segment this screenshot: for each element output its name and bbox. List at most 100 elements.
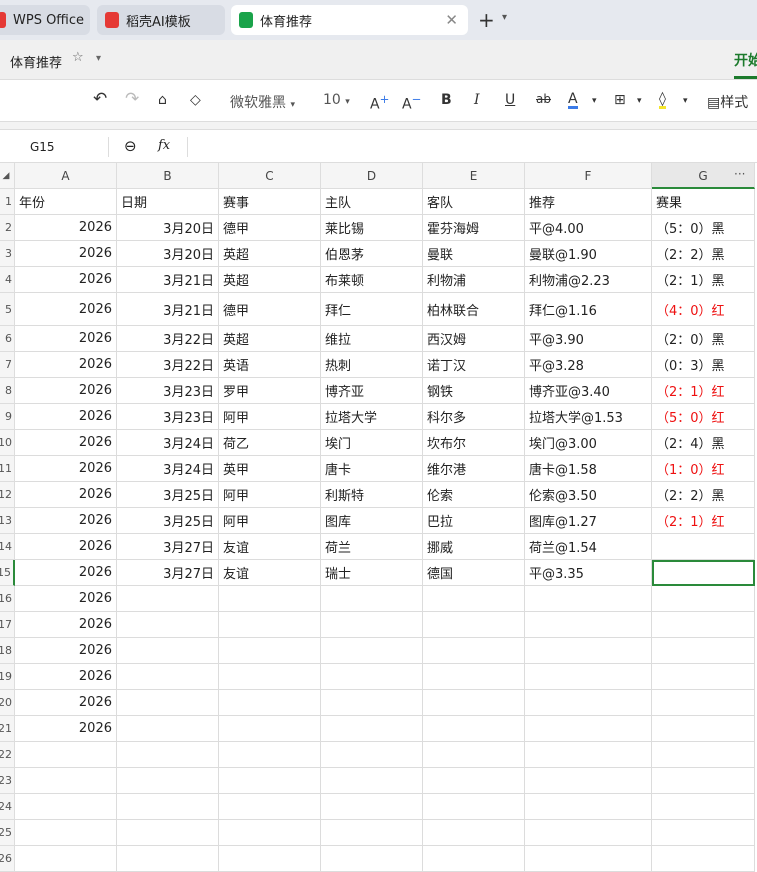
table-cell[interactable]: 2026 [15, 293, 117, 326]
table-cell[interactable]: 博齐亚 [321, 378, 423, 404]
table-cell[interactable]: 钢铁 [423, 378, 525, 404]
table-cell[interactable] [525, 846, 652, 872]
table-cell[interactable]: 伦索 [423, 482, 525, 508]
header-cell[interactable]: 客队 [423, 189, 525, 215]
table-cell[interactable] [423, 638, 525, 664]
table-cell[interactable] [652, 768, 755, 794]
redo-icon[interactable]: ↷ [125, 89, 139, 109]
table-cell[interactable]: （1：0）红 [652, 456, 755, 482]
table-cell[interactable] [423, 612, 525, 638]
row-header[interactable]: 21 [0, 716, 15, 742]
row-header[interactable]: 25 [0, 820, 15, 846]
table-cell[interactable] [423, 768, 525, 794]
table-cell[interactable] [525, 820, 652, 846]
table-cell[interactable] [321, 664, 423, 690]
table-cell[interactable]: 3月22日 [117, 352, 219, 378]
table-cell[interactable]: 拉塔大学 [321, 404, 423, 430]
row-header[interactable]: 10 [0, 430, 15, 456]
table-cell[interactable] [652, 534, 755, 560]
column-header-b[interactable]: B [117, 163, 219, 189]
tab-wps-office[interactable]: WPS Office [0, 5, 90, 35]
table-cell[interactable] [219, 586, 321, 612]
table-cell[interactable]: 2026 [15, 612, 117, 638]
table-cell[interactable] [652, 794, 755, 820]
eraser-icon[interactable]: ◇ [190, 92, 201, 108]
row-header[interactable]: 18 [0, 638, 15, 664]
table-cell[interactable]: （2：1）黑 [652, 267, 755, 293]
table-cell[interactable] [15, 820, 117, 846]
column-header-a[interactable]: A [15, 163, 117, 189]
table-cell[interactable]: 2026 [15, 456, 117, 482]
table-cell[interactable] [423, 586, 525, 612]
table-cell[interactable] [321, 742, 423, 768]
table-cell[interactable] [15, 846, 117, 872]
table-cell[interactable] [117, 664, 219, 690]
table-cell[interactable] [219, 638, 321, 664]
table-cell[interactable]: 3月27日 [117, 534, 219, 560]
column-header-f[interactable]: F [525, 163, 652, 189]
table-cell[interactable]: 平@3.90 [525, 326, 652, 352]
table-cell[interactable]: 2026 [15, 664, 117, 690]
row-header[interactable]: 2 [0, 215, 15, 241]
table-cell[interactable] [117, 820, 219, 846]
table-cell[interactable] [321, 638, 423, 664]
row-header[interactable]: 13 [0, 508, 15, 534]
table-cell[interactable] [321, 768, 423, 794]
table-cell[interactable]: 2026 [15, 716, 117, 742]
table-cell[interactable]: 2026 [15, 482, 117, 508]
table-cell[interactable]: 英超 [219, 241, 321, 267]
table-cell[interactable] [652, 586, 755, 612]
table-cell[interactable] [321, 586, 423, 612]
row-header[interactable]: 23 [0, 768, 15, 794]
table-cell[interactable]: 莱比锡 [321, 215, 423, 241]
table-cell[interactable]: （2：1）红 [652, 378, 755, 404]
decrease-font-icon[interactable]: A− [402, 92, 421, 113]
row-header[interactable]: 9 [0, 404, 15, 430]
table-cell[interactable] [321, 794, 423, 820]
table-cell[interactable]: 柏林联合 [423, 293, 525, 326]
table-cell[interactable]: 2026 [15, 352, 117, 378]
close-tab-icon[interactable]: ✕ [445, 11, 458, 29]
table-cell[interactable]: （4：0）红 [652, 293, 755, 326]
chevron-down-icon[interactable]: ▾ [96, 53, 101, 64]
table-cell[interactable]: 阿甲 [219, 508, 321, 534]
table-cell[interactable]: 2026 [15, 326, 117, 352]
table-cell[interactable]: 3月24日 [117, 456, 219, 482]
table-cell[interactable] [423, 794, 525, 820]
cell-style-button[interactable]: ▤样式 [707, 92, 748, 112]
table-cell[interactable]: （2：1）红 [652, 508, 755, 534]
table-cell[interactable]: 3月24日 [117, 430, 219, 456]
row-header[interactable]: 22 [0, 742, 15, 768]
table-cell[interactable]: （2：0）黑 [652, 326, 755, 352]
table-cell[interactable]: 图库 [321, 508, 423, 534]
chevron-down-icon[interactable]: ▾ [502, 12, 507, 23]
table-cell[interactable]: 挪威 [423, 534, 525, 560]
row-header[interactable]: 17 [0, 612, 15, 638]
table-cell[interactable]: 3月23日 [117, 378, 219, 404]
fx-icon[interactable]: fx [158, 138, 170, 153]
row-header[interactable]: 5 [0, 293, 15, 326]
table-cell[interactable]: 图库@1.27 [525, 508, 652, 534]
table-cell[interactable] [525, 586, 652, 612]
table-cell[interactable] [652, 612, 755, 638]
table-cell[interactable]: 2026 [15, 267, 117, 293]
table-cell[interactable] [117, 690, 219, 716]
row-header[interactable]: 7 [0, 352, 15, 378]
table-cell[interactable]: 2026 [15, 378, 117, 404]
table-cell[interactable]: 2026 [15, 241, 117, 267]
header-cell[interactable]: 日期 [117, 189, 219, 215]
table-cell[interactable]: 英甲 [219, 456, 321, 482]
table-cell[interactable] [423, 690, 525, 716]
table-cell[interactable]: 友谊 [219, 560, 321, 586]
font-select[interactable]: 微软雅黑 ▾ [230, 92, 295, 112]
table-cell[interactable] [219, 768, 321, 794]
table-cell[interactable]: （2：4）黑 [652, 430, 755, 456]
table-cell[interactable] [219, 820, 321, 846]
table-cell[interactable]: 3月20日 [117, 241, 219, 267]
table-cell[interactable]: （2：2）黑 [652, 482, 755, 508]
table-cell[interactable]: 荷兰@1.54 [525, 534, 652, 560]
table-cell[interactable]: 阿甲 [219, 404, 321, 430]
table-cell[interactable] [117, 612, 219, 638]
table-cell[interactable]: 德甲 [219, 293, 321, 326]
italic-icon[interactable]: I [474, 92, 480, 108]
